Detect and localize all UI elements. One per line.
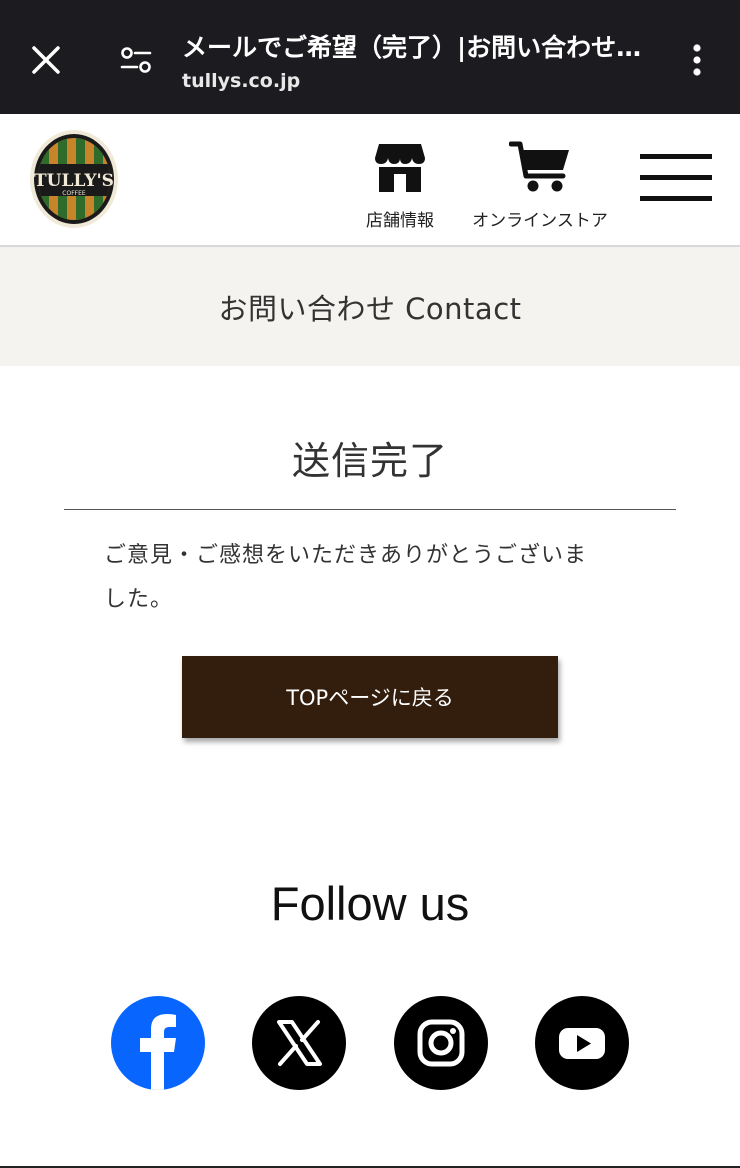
more-vert-icon xyxy=(693,44,701,76)
instagram-icon xyxy=(417,1019,465,1067)
facebook-icon xyxy=(111,996,205,1090)
hamburger-menu-button[interactable] xyxy=(640,154,712,204)
contact-band: お問い合わせ Contact xyxy=(0,247,740,366)
browser-bar: メールでご希望（完了）|お問い合わせ… tullys.co.jp xyxy=(0,0,740,114)
tullys-logo[interactable]: TULLY'S COFFEE xyxy=(28,128,120,230)
instagram-link[interactable] xyxy=(394,996,488,1090)
close-tab-button[interactable] xyxy=(26,40,66,80)
divider xyxy=(64,509,676,510)
store-icon xyxy=(375,144,425,192)
nav-online-store[interactable]: オンラインストア xyxy=(462,140,618,231)
youtube-link[interactable] xyxy=(535,996,629,1090)
nav-store-label: 店舗情報 xyxy=(366,211,434,231)
facebook-link[interactable] xyxy=(111,996,205,1090)
svg-text:TULLY'S: TULLY'S xyxy=(34,171,114,191)
close-icon xyxy=(32,46,60,74)
menu-bar xyxy=(640,154,712,159)
nav-store-info[interactable]: 店舗情報 xyxy=(358,140,442,231)
nav-online-label: オンラインストア xyxy=(472,211,608,231)
x-icon xyxy=(277,1020,322,1066)
more-options-button[interactable] xyxy=(680,38,714,82)
tullys-logo-icon: TULLY'S COFFEE xyxy=(30,130,118,228)
x-link[interactable] xyxy=(252,996,346,1090)
browser-page-title: メールでご希望（完了）|お問い合わせ… xyxy=(182,33,642,62)
svg-text:COFFEE: COFFEE xyxy=(62,190,86,197)
menu-bar xyxy=(640,196,712,201)
message-line-1: ご意見・ご感想をいただきありがとうございま xyxy=(104,543,588,568)
browser-url[interactable]: tullys.co.jp xyxy=(182,70,300,92)
site-settings-button[interactable] xyxy=(116,40,156,80)
contact-title: お問い合わせ Contact xyxy=(218,291,522,326)
follow-us-heading: Follow us xyxy=(270,877,470,930)
tune-icon xyxy=(120,47,152,73)
back-to-top-button[interactable]: TOPページに戻る xyxy=(182,656,558,738)
youtube-icon xyxy=(559,1028,605,1059)
site-header: TULLY'S COFFEE 店舗情報 オンラインストア xyxy=(0,114,740,247)
message-line-2: した。 xyxy=(104,587,174,612)
menu-bar xyxy=(640,175,712,180)
cart-icon xyxy=(508,141,569,192)
send-complete-heading: 送信完了 xyxy=(291,439,448,483)
thank-you-message: ご意見・ご感想をいただきありがとうございま した。 xyxy=(104,534,634,622)
